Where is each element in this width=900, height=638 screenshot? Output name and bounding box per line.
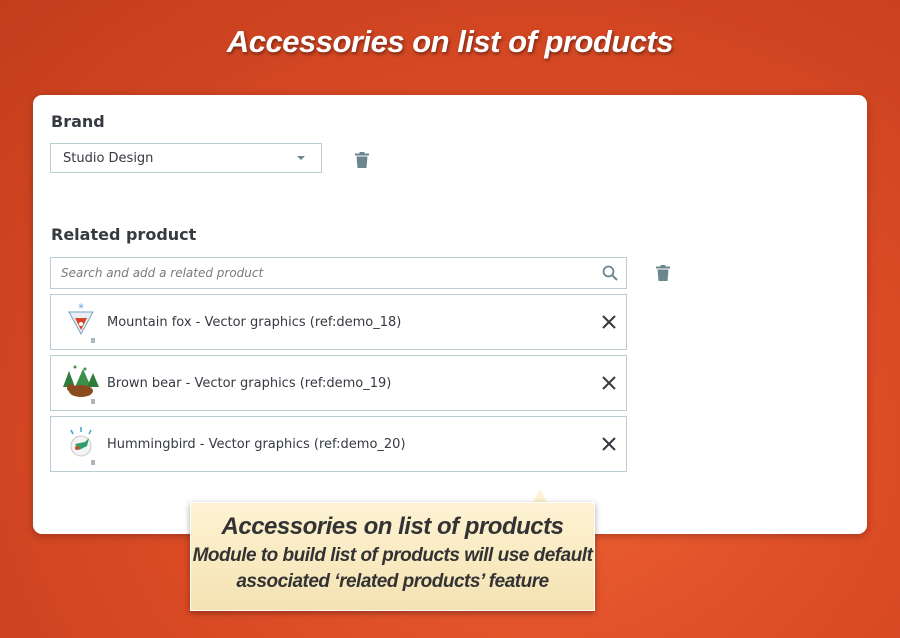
brand-label: Brand (51, 112, 105, 131)
callout-title: Accessories on list of products (221, 513, 564, 540)
hummingbird-thumbnail (61, 422, 101, 466)
caret-down-icon (297, 156, 305, 160)
close-icon[interactable] (602, 315, 616, 329)
related-product-name: Mountain fox - Vector graphics (ref:demo… (107, 314, 402, 330)
product-settings-card: Brand Studio Design Related product ✳ (33, 95, 867, 534)
trash-icon[interactable] (355, 152, 369, 168)
callout-pointer (532, 489, 548, 503)
close-icon[interactable] (602, 376, 616, 390)
related-product-item: Brown bear - Vector graphics (ref:demo_1… (50, 355, 627, 411)
related-product-search-input[interactable] (59, 265, 602, 281)
mountain-fox-thumbnail: ✳ (61, 300, 101, 344)
trash-icon[interactable] (656, 265, 670, 281)
svg-text:✳: ✳ (78, 302, 85, 311)
close-icon[interactable] (602, 437, 616, 451)
related-product-item: ✳ Mountain fox - Vector graphics (ref:de… (50, 294, 627, 350)
callout-description-line-2: associated ‘related products’ feature (236, 571, 549, 592)
related-product-search[interactable] (50, 257, 627, 289)
related-product-name: Hummingbird - Vector graphics (ref:demo_… (107, 436, 406, 452)
feature-callout: Accessories on list of products Module t… (190, 502, 595, 611)
brand-selected-value: Studio Design (63, 150, 154, 166)
related-product-item: Hummingbird - Vector graphics (ref:demo_… (50, 416, 627, 472)
callout-description-line-1: Module to build list of products will us… (192, 545, 593, 566)
search-icon[interactable] (602, 265, 618, 281)
banner-title: Accessories on list of products (226, 24, 674, 59)
related-product-label: Related product (51, 225, 197, 244)
related-product-name: Brown bear - Vector graphics (ref:demo_1… (107, 375, 392, 391)
brown-bear-thumbnail (61, 361, 101, 405)
brand-select[interactable]: Studio Design (50, 143, 322, 173)
